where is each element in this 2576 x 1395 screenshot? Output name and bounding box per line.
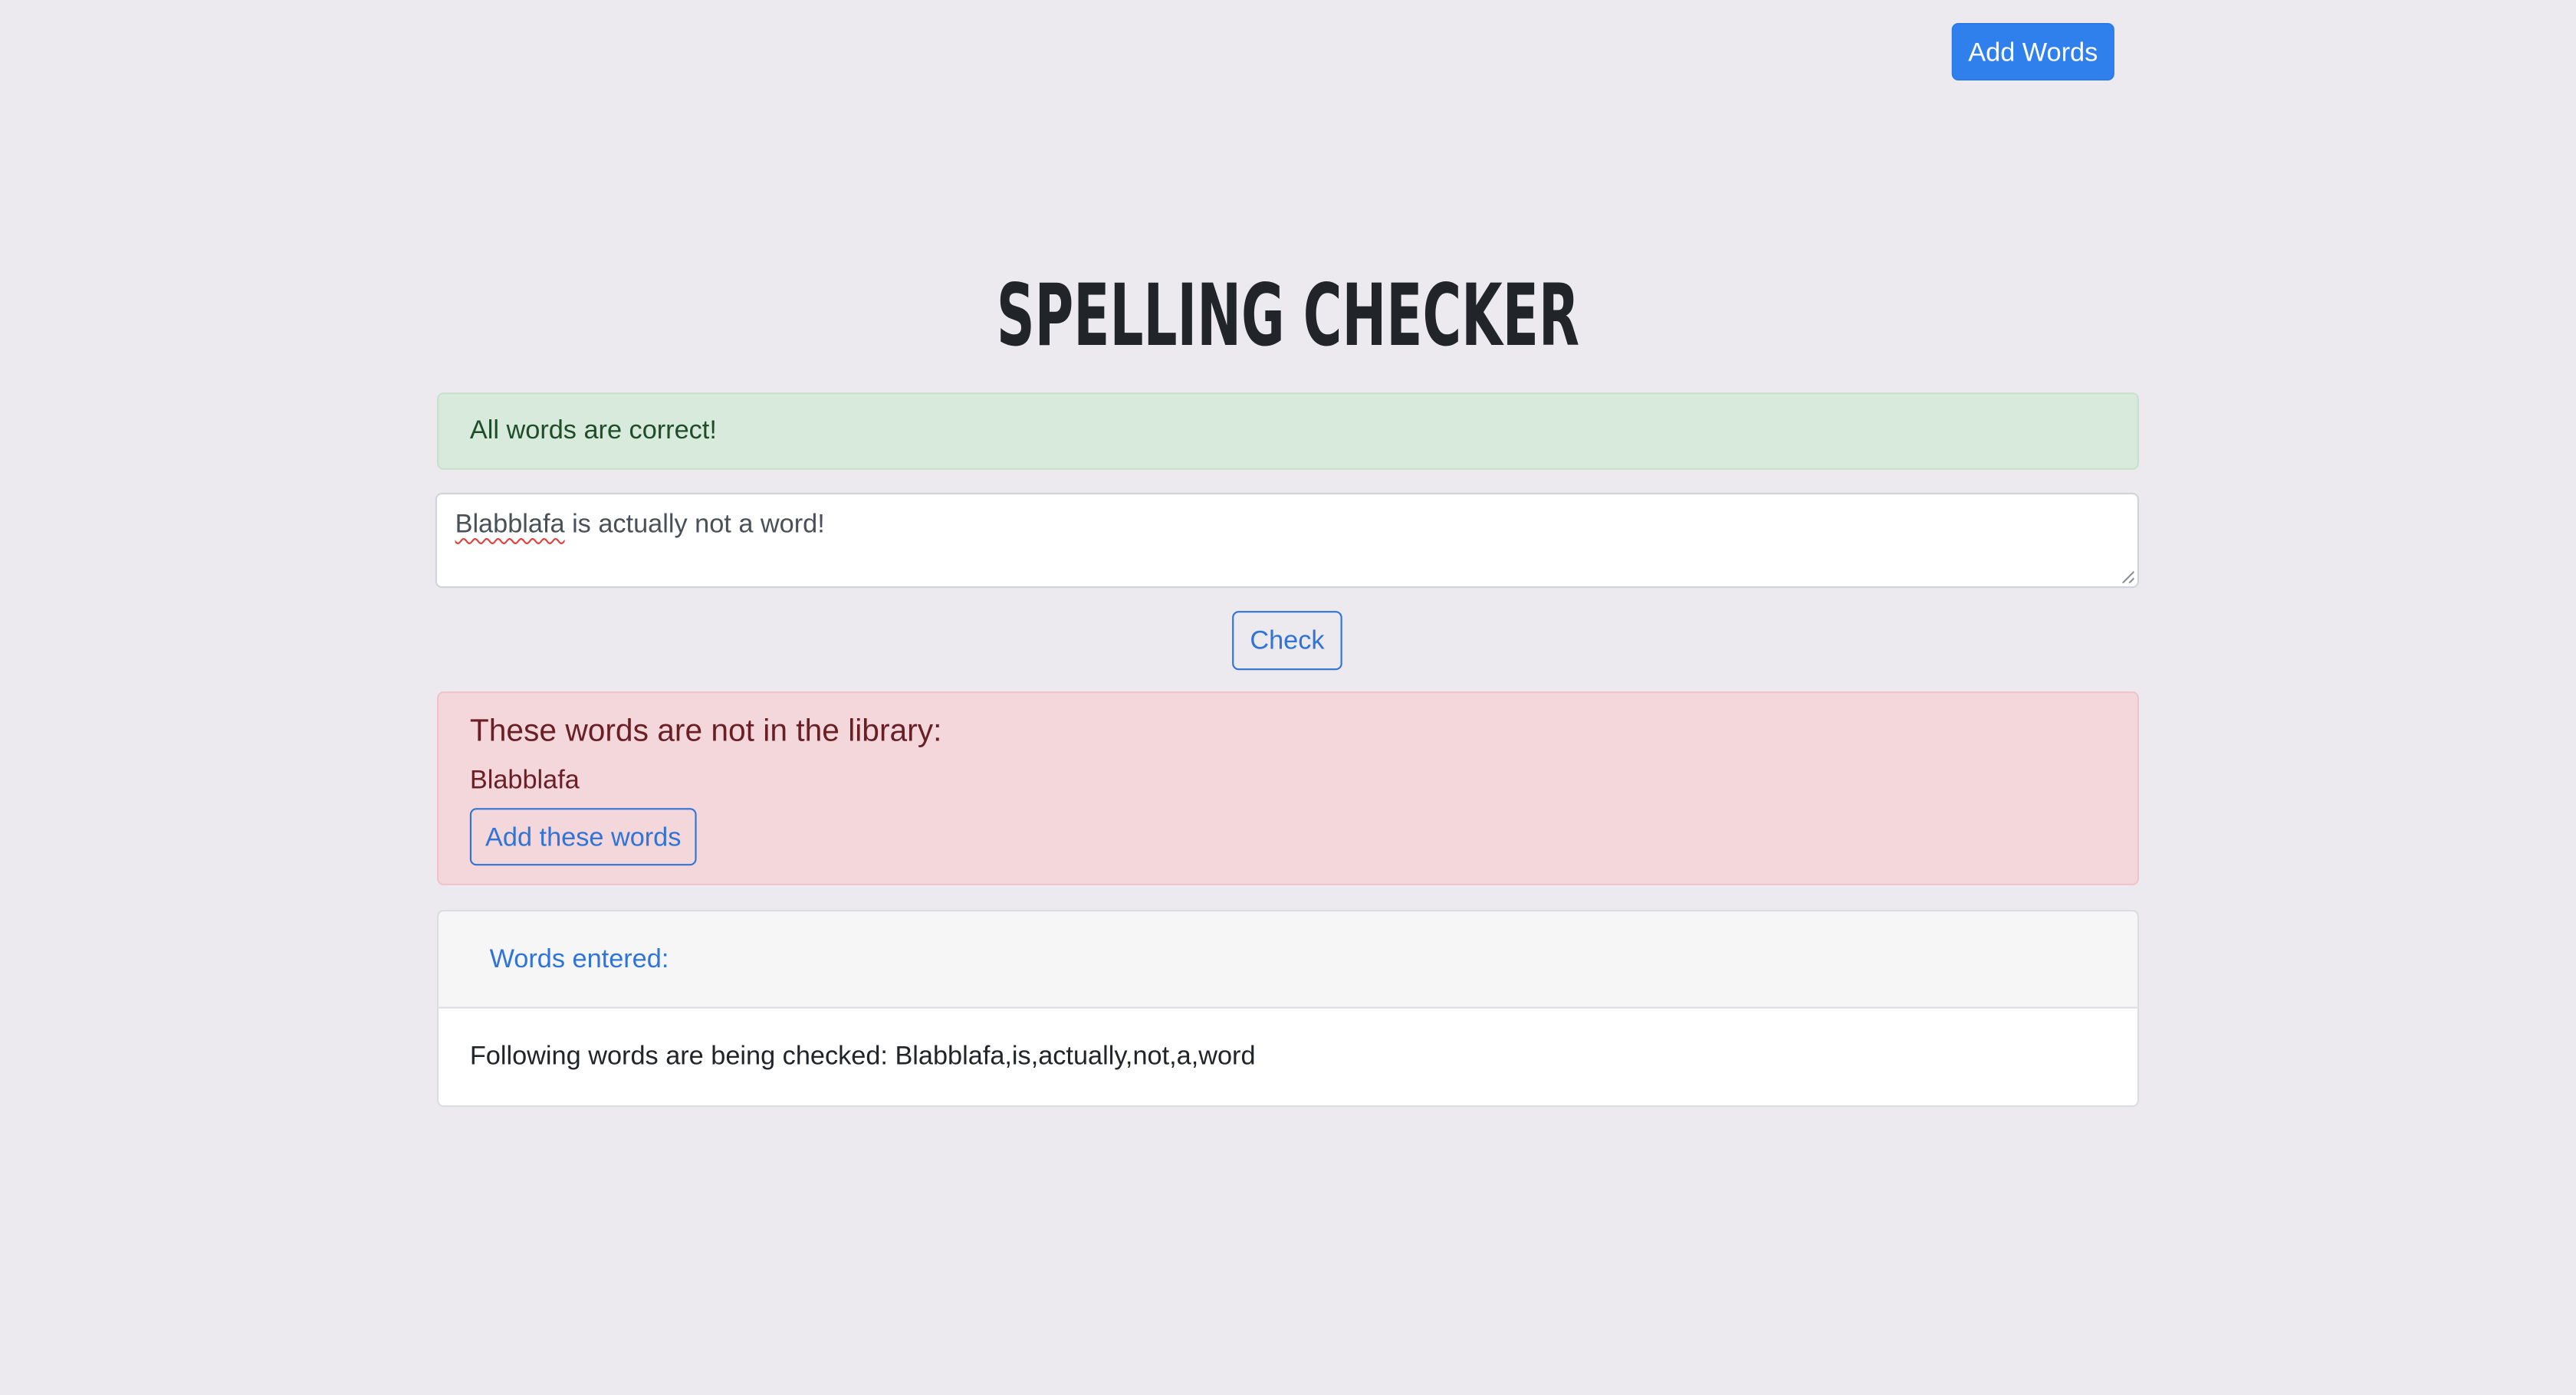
input-text: is actually not a word! [564, 510, 825, 539]
words-entered-header: Words entered: [439, 911, 2137, 1009]
add-words-button[interactable]: Add Words [1951, 23, 2114, 80]
page: Add Words SPELLING CHECKER All words are… [0, 0, 2576, 1394]
success-alert: All words are correct! [437, 392, 2139, 470]
resize-handle-icon[interactable] [2121, 570, 2134, 583]
words-entered-toggle[interactable]: Words entered: [490, 944, 669, 977]
page-title: SPELLING CHECKER [996, 268, 1580, 366]
unknown-words-list: Blabblafa [469, 766, 580, 796]
text-input[interactable]: Blabblafa is actually not a word! [435, 492, 2139, 589]
unknown-words-heading: These words are not in the library: [469, 714, 942, 750]
unknown-words-alert: These words are not in the library: Blab… [437, 691, 2139, 885]
words-entered-body: Following words are being checked: Blabb… [469, 1042, 1256, 1072]
add-these-words-button[interactable]: Add these words [469, 808, 697, 866]
check-button[interactable]: Check [1232, 611, 1342, 671]
misspelled-word: Blabblafa [455, 510, 565, 539]
words-entered-card: Words entered: Following words are being… [437, 910, 2139, 1108]
